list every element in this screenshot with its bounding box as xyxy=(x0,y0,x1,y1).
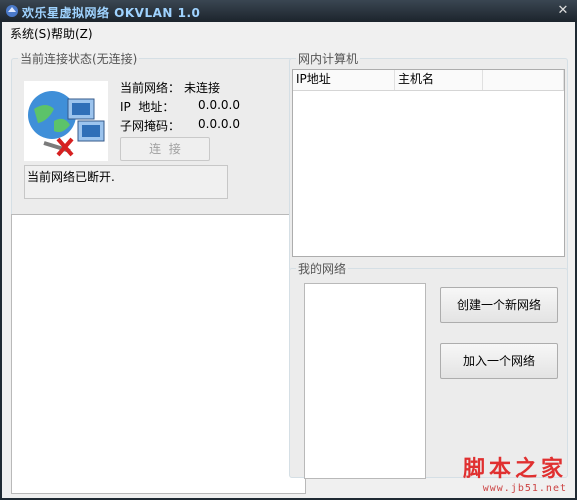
list-header: IP地址 主机名 xyxy=(293,70,564,91)
connection-status-legend: 当前连接状态(无连接) xyxy=(20,52,138,66)
lan-computers-legend: 网内计算机 xyxy=(298,52,359,66)
menu-system[interactable]: 系统(S) xyxy=(10,25,51,42)
create-network-button[interactable]: 创建一个新网络 xyxy=(440,287,558,323)
column-extra[interactable] xyxy=(483,70,564,90)
network-value: 未连接 xyxy=(184,81,221,95)
lan-computer-list[interactable]: IP地址 主机名 xyxy=(292,69,565,257)
ip-value: 0.0.0.0 xyxy=(198,98,240,112)
subnet-mask-label: 子网掩码： xyxy=(120,119,181,133)
connection-status-group: 当前连接状态(无连接) 当前网络： 未连接 IP 地址： 0.0.0.0 子网掩… xyxy=(11,50,305,228)
ip-label: IP 地址： xyxy=(120,100,175,114)
connect-button[interactable]: 连 接 xyxy=(120,137,210,161)
watermark: 脚本之家 www.jb51.net xyxy=(463,451,567,494)
menu-bar: 系统(S) 帮助(Z) xyxy=(2,22,575,42)
my-network-list[interactable] xyxy=(304,283,426,479)
network-label: 当前网络： xyxy=(120,81,181,95)
my-network-group: 我的网络 创建一个新网络 加入一个网络 xyxy=(289,260,568,479)
column-hostname[interactable]: 主机名 xyxy=(395,70,483,90)
app-window: 欢乐星虚拟网络 OKVLAN 1.0 ✕ 系统(S) 帮助(Z) 当前连接状态(… xyxy=(0,0,577,500)
status-message: 当前网络已断开. xyxy=(24,165,228,199)
column-ip-address[interactable]: IP地址 xyxy=(293,70,395,90)
close-icon[interactable]: ✕ xyxy=(555,3,571,19)
my-network-legend: 我的网络 xyxy=(298,262,347,276)
log-area[interactable] xyxy=(11,214,306,494)
lan-computers-group: 网内计算机 IP地址 主机名 xyxy=(289,50,568,278)
client-area: 系统(S) 帮助(Z) 当前连接状态(无连接) 当前网络： 未连接 IP 地址： xyxy=(2,22,575,498)
join-network-button[interactable]: 加入一个网络 xyxy=(440,343,558,379)
watermark-url: www.jb51.net xyxy=(482,483,567,494)
window-title: 欢乐星虚拟网络 OKVLAN 1.0 xyxy=(22,6,201,20)
disconnected-network-icon xyxy=(24,81,108,161)
app-icon xyxy=(6,5,18,17)
subnet-mask-value: 0.0.0.0 xyxy=(198,117,240,131)
title-bar[interactable]: 欢乐星虚拟网络 OKVLAN 1.0 ✕ xyxy=(0,0,577,22)
menu-help[interactable]: 帮助(Z) xyxy=(51,25,93,42)
watermark-brand: 脚本之家 xyxy=(462,456,567,482)
